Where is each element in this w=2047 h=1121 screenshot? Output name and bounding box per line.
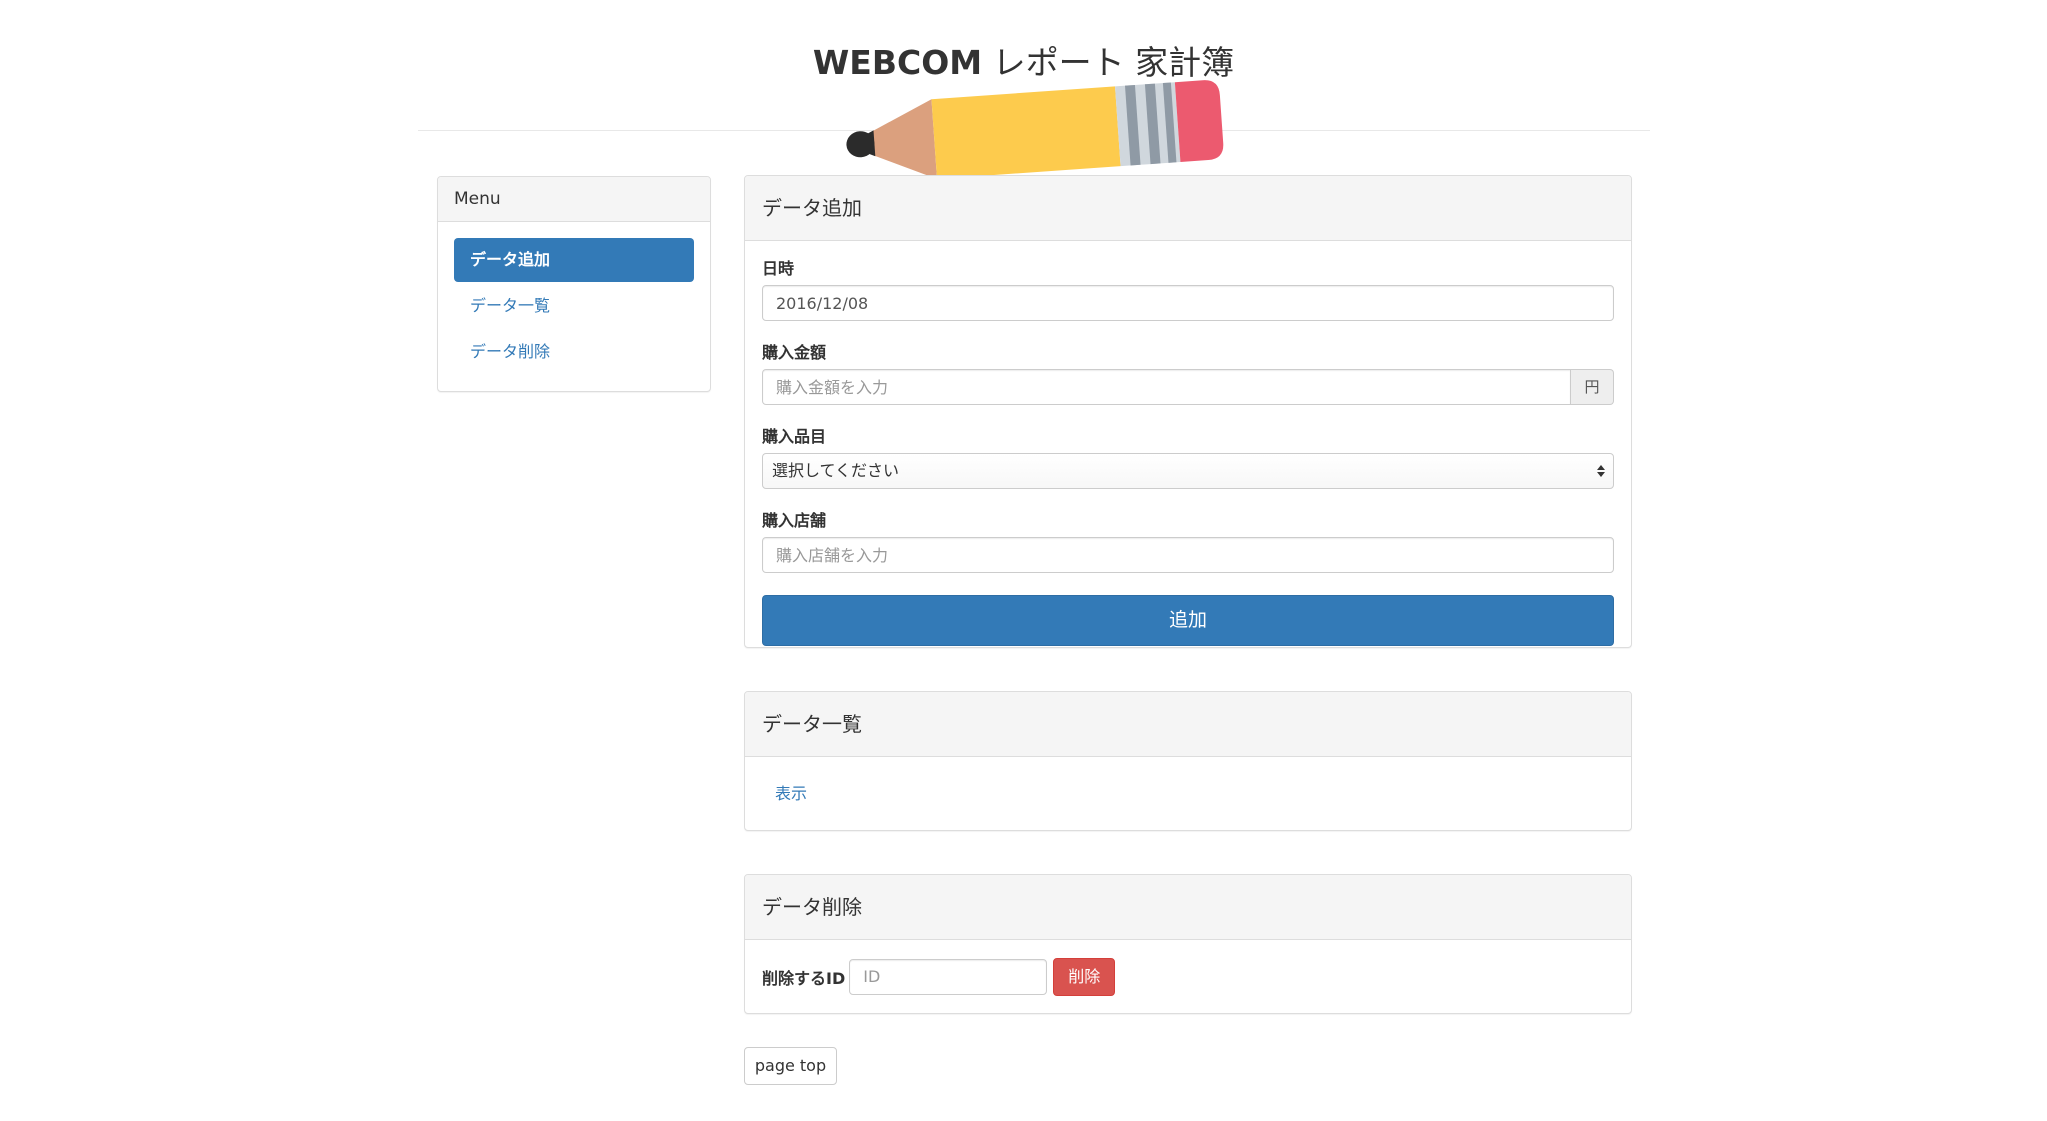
amount-label: 購入金額 [762, 343, 827, 362]
sidebar-menu: Menu データ追加 データ一覧 データ削除 [437, 176, 711, 392]
data-list-heading: データ一覧 [745, 692, 1631, 757]
delete-data-panel: データ削除 削除するID 削除 [744, 874, 1632, 1014]
delete-data-heading: データ削除 [745, 875, 1631, 940]
store-input[interactable] [762, 537, 1614, 573]
item-select[interactable]: 選択してください [762, 453, 1614, 489]
item-label: 購入品目 [762, 427, 827, 446]
sidebar-nav: データ追加 データ一覧 データ削除 [438, 222, 710, 392]
amount-input[interactable] [762, 369, 1572, 405]
show-link[interactable]: 表示 [775, 784, 807, 803]
sidebar-item-add-data[interactable]: データ追加 [454, 238, 694, 282]
add-data-form: 日時 購入金額 円 購入品目 選択してください 購入店舗 追加 [745, 241, 1631, 662]
sidebar-item-data-list[interactable]: データ一覧 [454, 284, 694, 328]
sidebar-heading: Menu [438, 177, 710, 222]
delete-id-label: 削除するID [762, 968, 846, 988]
item-select-value[interactable]: 選択してください [762, 453, 1614, 489]
add-button[interactable]: 追加 [762, 595, 1614, 646]
date-input[interactable] [762, 285, 1614, 321]
amount-input-group: 円 [762, 369, 1614, 405]
delete-id-input[interactable] [849, 958, 1048, 995]
yen-unit-addon: 円 [1571, 369, 1614, 405]
add-data-heading: データ追加 [745, 176, 1631, 241]
page-header: WEBCOM レポート 家計簿 [0, 0, 2047, 180]
page-top-button[interactable]: page top [744, 1047, 837, 1085]
delete-button[interactable]: 削除 [1053, 957, 1116, 996]
sidebar-item-delete-data[interactable]: データ削除 [454, 330, 694, 374]
data-list-body: 表示 [745, 757, 1631, 830]
delete-form: 削除するID 削除 [745, 940, 1631, 1013]
date-label: 日時 [762, 259, 795, 278]
add-data-panel: データ追加 日時 購入金額 円 購入品目 選択してください 購入店舗 追加 [744, 175, 1632, 648]
select-arrows-icon [1597, 465, 1605, 477]
data-list-panel: データ一覧 表示 [744, 691, 1632, 831]
store-label: 購入店舗 [762, 511, 827, 530]
